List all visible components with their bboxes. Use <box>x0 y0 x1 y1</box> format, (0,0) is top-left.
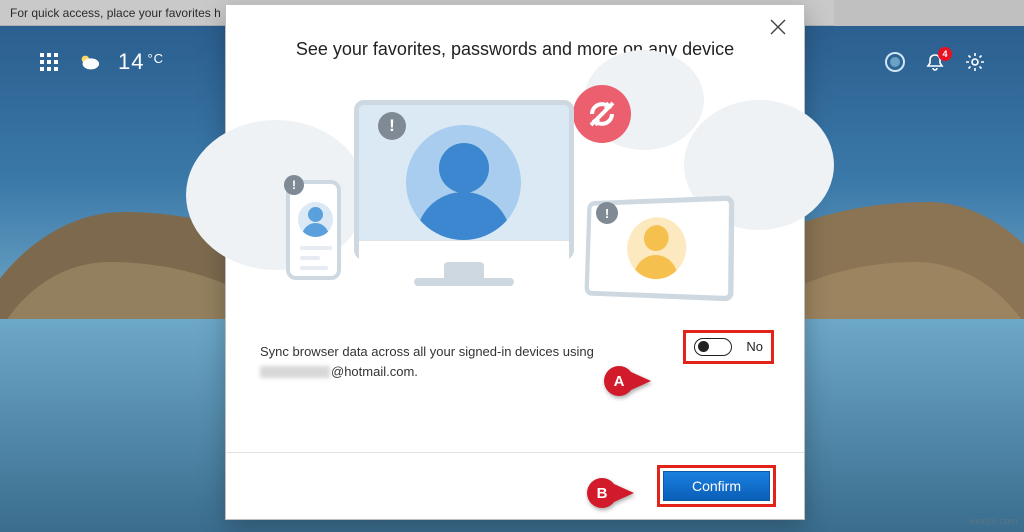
temperature-readout[interactable]: 14°C <box>118 49 164 75</box>
phone-graphic <box>286 180 341 280</box>
callout-arrow-b: B <box>587 478 634 508</box>
avatar-graphic <box>626 216 686 279</box>
temperature-unit: °C <box>147 51 164 66</box>
dialog-footer: Confirm <box>226 452 804 519</box>
sync-toggle[interactable] <box>694 338 732 356</box>
email-domain-text: @hotmail.com. <box>331 364 418 379</box>
profile-ring-icon[interactable] <box>884 51 906 73</box>
temperature-value: 14 <box>118 49 144 74</box>
settings-gear-icon[interactable] <box>964 51 986 73</box>
sync-toggle-label: No <box>746 337 763 357</box>
watermark-text: wsxdn.com <box>968 516 1018 526</box>
sync-description-row: Sync browser data across all your signed… <box>226 320 804 381</box>
sync-setup-dialog: See your favorites, passwords and more o… <box>225 4 805 520</box>
avatar-graphic <box>406 125 521 240</box>
callout-label: B <box>587 478 617 508</box>
callout-arrow-a: A <box>604 366 651 396</box>
notification-badge: 4 <box>938 47 952 61</box>
callout-label: A <box>604 366 634 396</box>
sync-description-text: Sync browser data across all your signed… <box>260 344 594 359</box>
no-sync-icon <box>573 85 631 143</box>
confirm-button[interactable]: Confirm <box>663 471 770 501</box>
dialog-title: See your favorites, passwords and more o… <box>226 39 804 60</box>
monitor-base <box>414 278 514 286</box>
annotation-frame-b: Confirm <box>657 465 776 507</box>
sync-illustration: ! ! ! <box>226 70 804 320</box>
dialog-close-button[interactable] <box>768 17 788 37</box>
annotation-frame-a: No <box>683 330 774 364</box>
notifications-bell-icon[interactable]: 4 <box>924 51 946 73</box>
apps-grid-icon[interactable] <box>38 51 60 73</box>
alert-badge-icon: ! <box>596 202 618 224</box>
weather-icon[interactable] <box>78 51 100 73</box>
alert-badge-icon: ! <box>284 175 304 195</box>
alert-badge-icon: ! <box>378 112 406 140</box>
avatar-graphic <box>298 202 333 237</box>
redacted-email-local <box>260 366 330 378</box>
